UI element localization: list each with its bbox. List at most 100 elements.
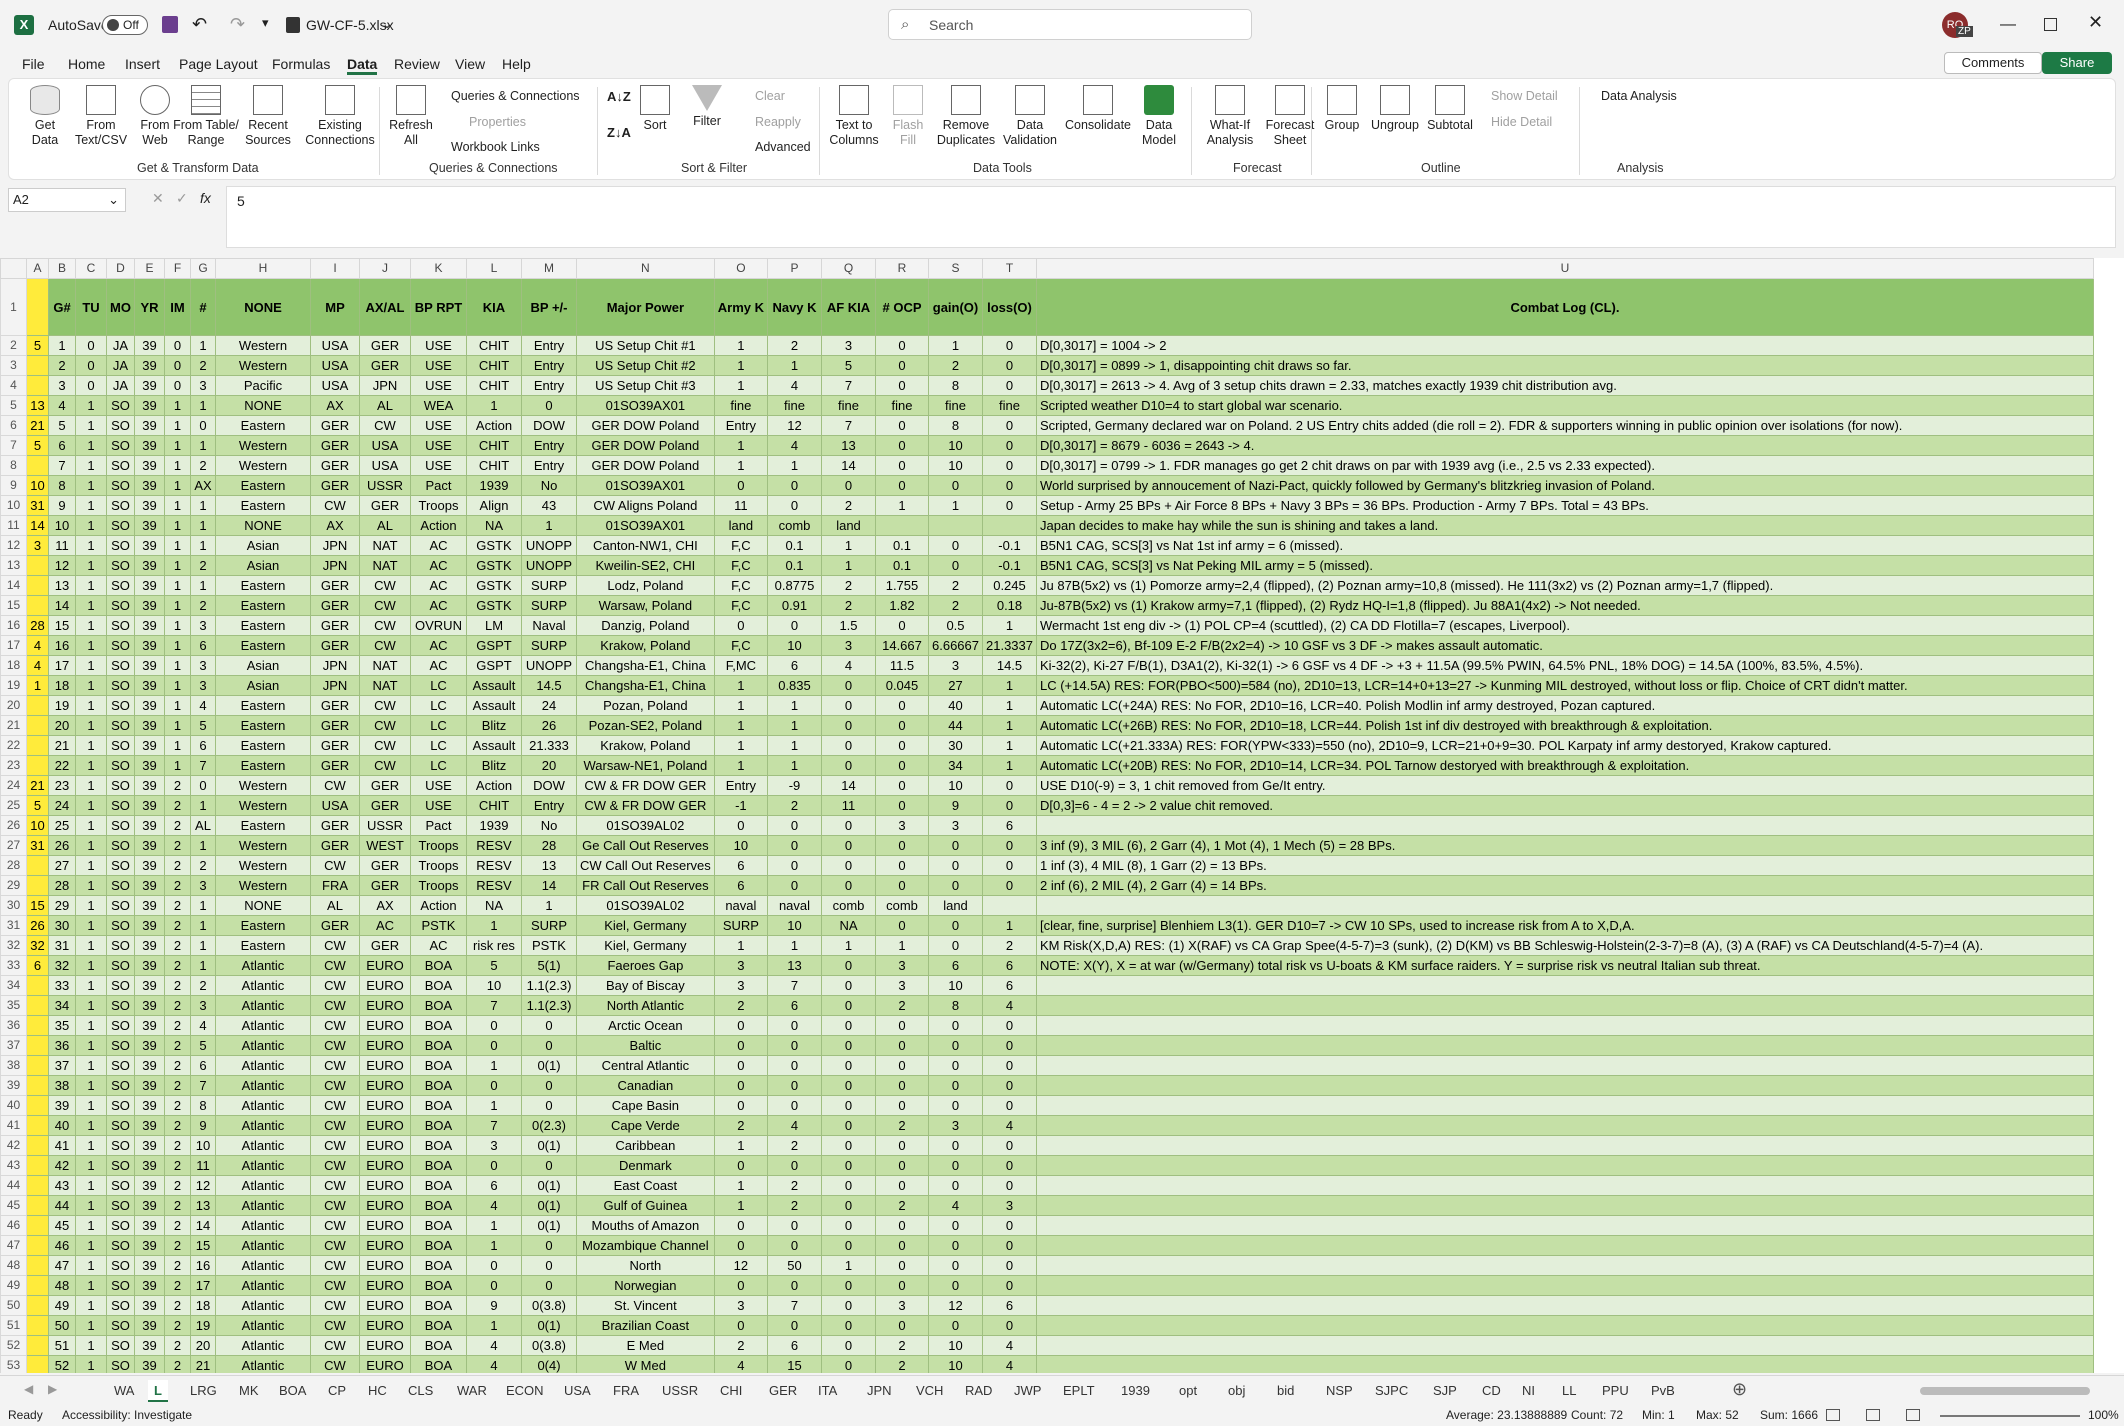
cell[interactable]: NONE <box>215 395 311 416</box>
cell[interactable]: 3 <box>26 535 49 556</box>
autosave-toggle[interactable]: Off <box>102 15 148 35</box>
cell[interactable]: SO <box>106 955 135 976</box>
cell[interactable]: PSTK <box>521 935 577 956</box>
combat-log-cell[interactable]: Do 17Z(3x2=6), Bf-109 E-2 F/B(2x2=4) -> … <box>1036 635 2094 656</box>
cell[interactable]: EURO <box>359 1155 411 1176</box>
cell[interactable]: 1 <box>164 395 191 416</box>
flash-fill-button[interactable]: Flash Fill <box>885 85 931 148</box>
cell[interactable]: Western <box>215 795 311 816</box>
cell[interactable]: 20 <box>190 1335 216 1356</box>
cell[interactable]: GER <box>310 755 360 776</box>
cell[interactable]: 50 <box>767 1255 822 1276</box>
cell[interactable]: 0(3.8) <box>521 1295 577 1316</box>
cell[interactable]: 2 <box>164 1015 191 1036</box>
cell[interactable]: RESV <box>466 835 522 856</box>
row-number[interactable]: 36 <box>0 1015 27 1036</box>
reapply-button[interactable]: Reapply <box>755 115 801 129</box>
cell[interactable]: 4 <box>767 1115 822 1136</box>
cell[interactable]: 1 <box>713 355 769 376</box>
cell[interactable]: 1 <box>190 955 216 976</box>
cell[interactable] <box>26 1115 49 1136</box>
cell[interactable] <box>26 875 49 896</box>
row-number[interactable]: 11 <box>0 515 27 536</box>
cell[interactable]: CW <box>310 495 360 516</box>
undo-icon[interactable]: ↶ <box>192 14 207 35</box>
cell[interactable]: 0 <box>928 1075 983 1096</box>
cell[interactable]: 1 <box>875 495 929 516</box>
cell[interactable]: 0.245 <box>982 575 1037 596</box>
cell[interactable]: 2 <box>713 1335 769 1356</box>
column-header[interactable]: J <box>359 258 411 279</box>
cell[interactable]: Eastern <box>215 615 311 636</box>
cell[interactable]: Assault <box>466 695 522 716</box>
cell[interactable]: North <box>576 1255 715 1276</box>
row-number[interactable]: 1 <box>0 278 27 336</box>
cell[interactable]: Faeroes Gap <box>576 955 715 976</box>
row-number[interactable]: 10 <box>0 495 27 516</box>
cell[interactable]: 21.3337 <box>982 635 1037 656</box>
cell[interactable]: 0 <box>821 1335 876 1356</box>
cell[interactable]: 3 <box>875 1295 929 1316</box>
text-to-columns-button[interactable]: Text to Columns <box>827 85 881 148</box>
cell[interactable]: GER <box>310 595 360 616</box>
cell[interactable]: 0 <box>928 555 983 576</box>
row-number[interactable]: 41 <box>0 1115 27 1136</box>
cell[interactable]: 1 <box>466 1215 522 1236</box>
cell[interactable]: JPN <box>310 675 360 696</box>
cell[interactable]: 14 <box>821 775 876 796</box>
cell[interactable]: AL <box>359 515 411 536</box>
cell[interactable]: 13 <box>767 955 822 976</box>
cell[interactable]: USA <box>359 455 411 476</box>
header-cell[interactable]: BP RPT <box>410 278 467 336</box>
cell[interactable]: 6 <box>767 655 822 676</box>
combat-log-cell[interactable]: 2 inf (6), 2 MIL (4), 2 Garr (4) = 14 BP… <box>1036 875 2094 896</box>
cell[interactable]: SO <box>106 1355 135 1373</box>
cell[interactable]: 39 <box>134 755 165 776</box>
cell[interactable]: 1 <box>190 575 216 596</box>
combat-log-cell[interactable]: World surprised by annoucement of Nazi-P… <box>1036 475 2094 496</box>
cell[interactable]: 1 <box>190 915 216 936</box>
cell[interactable]: 2 <box>164 1355 191 1373</box>
cell[interactable]: Atlantic <box>215 1235 311 1256</box>
cell[interactable]: USE <box>410 335 467 356</box>
cell[interactable]: 0 <box>928 915 983 936</box>
cell[interactable]: Troops <box>410 875 467 896</box>
cell[interactable]: AC <box>410 555 467 576</box>
cell[interactable]: fine <box>767 395 822 416</box>
cell[interactable]: 16 <box>48 635 76 656</box>
cell[interactable]: 0 <box>928 875 983 896</box>
cell[interactable]: USE <box>410 355 467 376</box>
cell[interactable]: SURP <box>521 595 577 616</box>
cell[interactable]: 0 <box>821 715 876 736</box>
cell[interactable]: CW <box>310 995 360 1016</box>
cell[interactable]: 47 <box>48 1255 76 1276</box>
cell[interactable]: EURO <box>359 1195 411 1216</box>
cell[interactable]: 39 <box>134 635 165 656</box>
sheet-tab-usa[interactable]: USA <box>558 1380 597 1402</box>
cell[interactable]: 2 <box>164 915 191 936</box>
cell[interactable]: SO <box>106 855 135 876</box>
queries-connections-button[interactable]: Queries & Connections <box>451 89 580 103</box>
cell[interactable]: BOA <box>410 1275 467 1296</box>
cell[interactable]: 0 <box>767 615 822 636</box>
menu-help[interactable]: Help <box>502 56 531 72</box>
cell[interactable]: 0 <box>875 1155 929 1176</box>
combat-log-cell[interactable] <box>1036 895 2094 916</box>
cell[interactable]: GER <box>359 875 411 896</box>
cell[interactable]: USE <box>410 375 467 396</box>
cell[interactable]: 0 <box>767 1035 822 1056</box>
sheet-tab-lrg[interactable]: LRG <box>184 1380 223 1402</box>
cell[interactable]: 0 <box>875 1135 929 1156</box>
cell[interactable]: 39 <box>134 1155 165 1176</box>
cell[interactable]: 18 <box>48 675 76 696</box>
cell[interactable]: Action <box>466 415 522 436</box>
cell[interactable]: 39 <box>134 555 165 576</box>
cell[interactable]: BOA <box>410 1235 467 1256</box>
cell[interactable] <box>26 1035 49 1056</box>
cell[interactable]: 0 <box>875 735 929 756</box>
cell[interactable]: Entry <box>521 795 577 816</box>
sheet-table[interactable]: A B C D E F G H I J K L M N O P Q R S T U 1 G# TU MO YR IM # NONE MP A… <box>0 258 2094 1373</box>
cell[interactable]: 0.5 <box>928 615 983 636</box>
cell[interactable]: UNOPP <box>521 555 577 576</box>
cell[interactable]: 1 <box>767 735 822 756</box>
